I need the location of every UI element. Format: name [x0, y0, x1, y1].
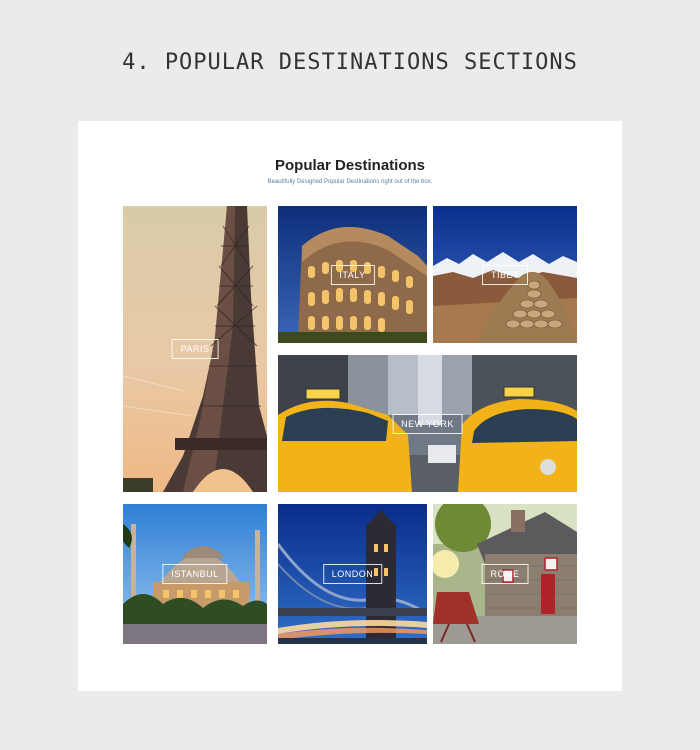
destination-tile-istanbul[interactable]: ISTANBUL [123, 504, 267, 644]
destination-label-london: LONDON [322, 564, 383, 584]
destination-tile-rome[interactable]: ROME [433, 504, 577, 644]
section-subtitle: Beautifully Designed Popular Destination… [267, 179, 433, 185]
destination-label-istanbul: ISTANBUL [162, 564, 228, 584]
destinations-card: Popular Destinations Beautifully Designe… [78, 121, 622, 691]
destination-tile-new-york[interactable]: NEW YORK [278, 355, 577, 492]
section-title: Popular Destinations [274, 157, 426, 174]
destination-tile-paris[interactable]: PARIS [123, 206, 267, 492]
destination-label-italy: ITALY [330, 264, 375, 285]
destination-label-rome: ROME [481, 564, 529, 584]
destination-tile-london[interactable]: LONDON [278, 504, 427, 644]
destination-tile-tibet[interactable]: TIBET [433, 206, 577, 343]
destination-tile-italy[interactable]: ITALY [278, 206, 427, 343]
destination-label-new-york: NEW YORK [392, 413, 463, 434]
destination-label-tibet: TIBET [481, 264, 529, 285]
section-banner-title: 4. POPULAR DESTINATIONS SECTIONS [122, 50, 578, 75]
destination-label-paris: PARIS [171, 339, 219, 359]
